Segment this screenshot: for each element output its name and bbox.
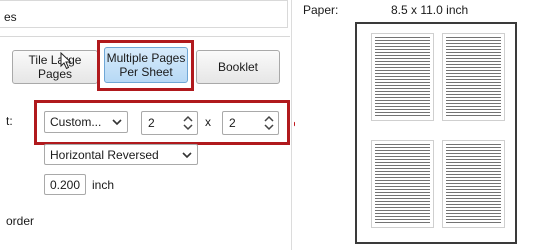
margin-unit-label: inch <box>92 178 115 192</box>
collapsed-section[interactable]: es <box>0 0 288 28</box>
tile-large-pages-label: Tile Large Pages <box>28 53 82 81</box>
panel-separator <box>291 0 292 250</box>
booklet-button[interactable]: Booklet <box>196 50 280 84</box>
preview-panel: Paper: 8.5 x 11.0 inch <box>295 0 533 250</box>
preview-page-thumbnail <box>371 33 434 121</box>
mouse-pointer-icon <box>60 52 72 70</box>
page-order-value: Horizontal Reversed <box>50 147 159 162</box>
highlight-frame <box>34 100 290 145</box>
margin-input[interactable]: 0.200 <box>44 174 86 195</box>
border-option-label: order <box>6 214 35 228</box>
pages-per-sheet-label: t: <box>6 114 13 128</box>
paper-label: Paper: <box>303 3 339 17</box>
tile-large-pages-button[interactable]: Tile Large Pages <box>12 50 98 84</box>
section-label: es <box>4 10 17 24</box>
panel-divider <box>0 36 290 37</box>
page-sizing-panel: es Tile Large Pages Multiple Pages Per S… <box>0 0 290 250</box>
paper-size-value: 8.5 x 11.0 inch <box>391 3 469 17</box>
chevron-down-icon <box>182 152 192 159</box>
preview-page-thumbnail <box>442 33 505 121</box>
preview-sheet <box>355 22 517 244</box>
preview-page-thumbnail <box>371 140 434 228</box>
margin-value: 0.200 <box>49 177 81 192</box>
page-order-select[interactable]: Horizontal Reversed <box>44 144 198 165</box>
booklet-label: Booklet <box>217 60 259 74</box>
highlight-frame <box>97 40 194 91</box>
preview-page-thumbnail <box>442 140 505 228</box>
